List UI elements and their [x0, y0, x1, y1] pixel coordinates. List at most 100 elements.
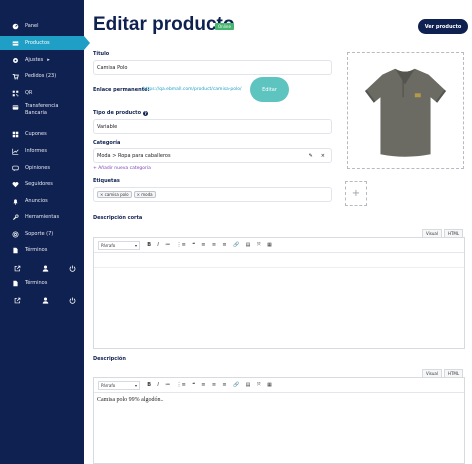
user-icon[interactable]	[42, 297, 49, 304]
fullscreen-icon[interactable]: ⤧	[257, 382, 261, 388]
description-label: Descripción	[93, 356, 126, 362]
sidebar-item-label: Anuncios	[25, 198, 48, 204]
power-icon[interactable]	[69, 297, 76, 304]
help-icon[interactable]: ?	[143, 110, 148, 116]
sidebar-item-label: QR	[25, 90, 33, 96]
sidebar-item-herramientas[interactable]: Herramientas	[0, 210, 84, 224]
view-product-button[interactable]: Ver producto	[418, 19, 468, 34]
sidebar-item-label: Términos	[25, 280, 48, 286]
permalink-link[interactable]: https://qa.ebmall.com/product/camisa-pol…	[143, 87, 242, 92]
chevron-right-icon: ▸	[47, 57, 50, 63]
tag-chip[interactable]: × camisa polo	[97, 191, 132, 198]
align-center-icon[interactable]: ≡	[212, 382, 216, 388]
italic-icon[interactable]: I	[157, 242, 158, 248]
close-icon[interactable]: ×	[321, 153, 325, 159]
product-type-select[interactable]: Variable	[93, 119, 332, 134]
sidebar-item-opiniones[interactable]: Opiniones	[0, 161, 84, 175]
toolbar-toggle-icon[interactable]: ▦	[267, 242, 272, 248]
bullet-list-icon[interactable]: ≔	[165, 242, 170, 248]
gear-icon	[11, 56, 19, 64]
edit-permalink-button[interactable]: Editar	[250, 77, 289, 102]
category-label: Categoría	[93, 140, 121, 146]
page-title: Editar producto	[93, 14, 235, 35]
dashboard-icon	[11, 22, 19, 30]
chat-icon	[11, 164, 19, 172]
align-left-icon[interactable]: ≡	[201, 382, 205, 388]
cart-icon	[11, 72, 19, 80]
sidebar-item-ajustes[interactable]: Ajustes ▸	[0, 53, 84, 67]
edit-icon[interactable]: ✎	[309, 153, 313, 159]
toolbar-toggle-icon[interactable]: ▦	[267, 382, 272, 388]
sidebar-item-label: Panel	[25, 23, 39, 29]
bell-icon	[11, 197, 19, 205]
heart-icon	[11, 180, 19, 188]
status-badge: Online	[215, 23, 234, 30]
add-category-link[interactable]: + Añadir nueva categoría	[93, 166, 151, 171]
sidebar-item-soporte[interactable]: Soporte (7)	[0, 227, 84, 241]
align-right-icon[interactable]: ≡	[222, 382, 226, 388]
title-label: Título	[93, 51, 110, 57]
align-left-icon[interactable]: ≡	[201, 242, 205, 248]
sidebar-item-seguidores[interactable]: Seguidores	[0, 177, 84, 191]
sidebar-item-qr[interactable]: QR	[0, 86, 84, 100]
sidebar-item-transferencia[interactable]: Transferencia Bancaria	[0, 103, 84, 123]
read-more-icon[interactable]: ▤	[246, 242, 251, 248]
sidebar-item-pedidos[interactable]: Pedidos (23)	[0, 69, 84, 83]
title-input[interactable]: Camisa Polo	[93, 60, 332, 75]
tag-chip[interactable]: × moda	[133, 191, 156, 198]
italic-icon[interactable]: I	[157, 382, 158, 388]
external-link-icon[interactable]	[14, 265, 21, 272]
sidebar-item-label: Seguidores	[25, 181, 53, 187]
sidebar-footer-icons-2	[14, 295, 76, 305]
sidebar-item-informes[interactable]: Informes	[0, 144, 84, 158]
align-center-icon[interactable]: ≡	[212, 242, 216, 248]
category-value: Moda > Ropa para caballeros	[97, 152, 171, 159]
sidebar-item-terminos-2[interactable]: Términos	[0, 276, 84, 290]
read-more-icon[interactable]: ▤	[246, 382, 251, 388]
sidebar-item-label: Herramientas	[25, 214, 60, 220]
file-icon	[11, 279, 19, 287]
sidebar-item-label: Pedidos (23)	[25, 73, 57, 79]
product-image-box[interactable]	[347, 52, 464, 169]
file-icon	[11, 246, 19, 254]
numbered-list-icon[interactable]: ⋮≡	[177, 242, 186, 248]
sidebar-item-label: Ajustes	[25, 57, 44, 63]
add-image-button[interactable]: +	[345, 181, 367, 206]
tags-input[interactable]: × camisa polo × moda	[93, 187, 332, 202]
power-icon[interactable]	[69, 265, 76, 272]
category-select[interactable]: Moda > Ropa para caballeros ✎ ×	[93, 148, 332, 163]
short-desc-editor[interactable]: Párrafo ▾ B I ≔ ⋮≡ ❝ ≡ ≡ ≡ 🔗 ▤ ⤧ ▦	[93, 237, 465, 349]
sidebar-item-productos[interactable]: Productos	[0, 36, 90, 50]
bullet-list-icon[interactable]: ≔	[165, 382, 170, 388]
quote-icon[interactable]: ❝	[192, 382, 195, 388]
sidebar-item-terminos[interactable]: Términos	[0, 243, 84, 257]
user-icon[interactable]	[42, 265, 49, 272]
format-select[interactable]: Párrafo ▾	[98, 240, 140, 250]
description-editor[interactable]: Párrafo ▾ B I ≔ ⋮≡ ❝ ≡ ≡ ≡ 🔗 ▤ ⤧ ▦ Camisa…	[93, 377, 465, 464]
box-icon	[11, 39, 19, 47]
bold-icon[interactable]: B	[147, 242, 151, 248]
sidebar-item-label: Soporte (7)	[25, 231, 54, 237]
description-text[interactable]: Camisa polo 99% algodón..	[94, 393, 464, 407]
numbered-list-icon[interactable]: ⋮≡	[177, 382, 186, 388]
editor-text-area[interactable]	[94, 267, 464, 363]
link-icon[interactable]: 🔗	[233, 382, 239, 388]
fullscreen-icon[interactable]: ⤧	[257, 242, 261, 248]
external-link-icon[interactable]	[14, 297, 21, 304]
align-right-icon[interactable]: ≡	[222, 242, 226, 248]
sidebar-item-label: Cupones	[25, 131, 47, 137]
sidebar-item-anuncios[interactable]: Anuncios	[0, 194, 84, 208]
sidebar-item-cupones[interactable]: Cupones	[0, 127, 84, 141]
bold-icon[interactable]: B	[147, 382, 151, 388]
main-content: Editar producto Online Ver producto Títu…	[84, 0, 472, 464]
format-select[interactable]: Párrafo ▾	[98, 380, 140, 390]
support-icon	[11, 230, 19, 238]
quote-icon[interactable]: ❝	[192, 242, 195, 248]
link-icon[interactable]: 🔗	[233, 242, 239, 248]
coupon-icon	[11, 130, 19, 138]
sidebar-item-label: Términos	[25, 247, 48, 253]
sidebar-item-label: Opiniones	[25, 165, 50, 171]
sidebar-item-label: Informes	[25, 148, 47, 154]
sidebar-item-panel[interactable]: Panel	[0, 19, 84, 33]
product-type-label: Tipo de producto	[93, 110, 141, 116]
